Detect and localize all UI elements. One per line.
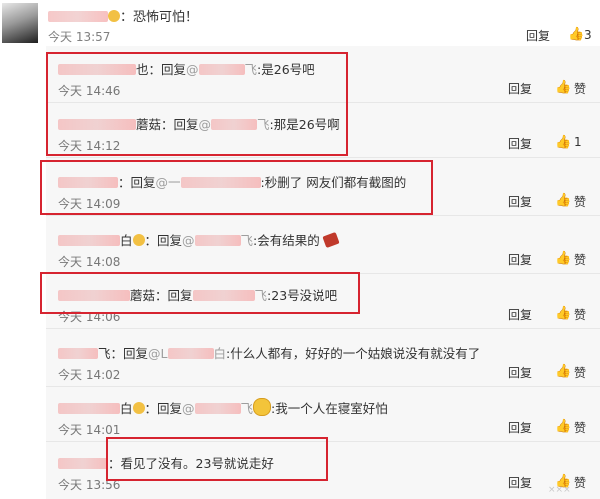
like-label[interactable]: 赞 (574, 364, 586, 381)
blurred-username[interactable] (58, 235, 120, 246)
top-comment-text: ：恐怖可怕！ (48, 6, 198, 25)
reply-button[interactable]: 回复 (508, 80, 532, 97)
blurred-username[interactable] (58, 64, 136, 75)
blurred-username[interactable] (58, 348, 98, 359)
timestamp: 今天 13:57 (48, 30, 111, 44)
reply-button[interactable]: 回复 (508, 193, 532, 210)
reply-button[interactable]: 回复 (508, 474, 532, 491)
like-label[interactable]: 赞 (574, 251, 586, 268)
emoji-icon (108, 10, 120, 22)
reply-item: ：看见了没有。23号就说走好 今天 13:56 回复 👍 赞 (58, 456, 587, 492)
blurred-username[interactable] (58, 458, 108, 469)
timestamp: 今天 14:08 (58, 255, 121, 269)
reply-button[interactable]: 回复 (508, 251, 532, 268)
crying-emoji-icon (253, 398, 272, 416)
reply-item: 白：回复@ 飞:我一个人在寝室好怕 今天 14:01 回复 👍 赞 (46, 388, 600, 442)
thumbs-up-icon[interactable]: 👍 (555, 419, 571, 434)
blurred-username[interactable] (58, 403, 120, 414)
thumbs-up-icon[interactable]: 👍 (555, 364, 571, 379)
watermark: ××× (548, 485, 571, 495)
reply-button[interactable]: 回复 (508, 135, 532, 152)
timestamp: 今天 14:09 (58, 197, 121, 211)
blurred-username[interactable] (58, 119, 136, 130)
blurred-username[interactable] (48, 11, 108, 22)
reply-item: 白：回复@ 飞:会有结果的 今天 14:08 回复 👍 赞 (46, 220, 600, 274)
like-label[interactable]: 赞 (574, 306, 586, 323)
hammer-emoji-icon (322, 231, 340, 249)
reply-item: 蘑菇：回复 飞:23号没说吧 今天 14:06 回复 👍 赞 (46, 275, 600, 329)
reply-button[interactable]: 回复 (508, 419, 532, 436)
timestamp: 今天 14:01 (58, 423, 121, 437)
blurred-username[interactable] (58, 290, 130, 301)
reply-button[interactable]: 回复 (526, 27, 550, 44)
reply-button[interactable]: 回复 (508, 306, 532, 323)
timestamp: 今天 14:12 (58, 139, 121, 153)
top-comment: ：恐怖可怕！ 今天 13:57 回复 👍 3 (0, 0, 600, 46)
reply-item: 也：回复@ 飞:是26号吧 今天 14:46 回复 👍 赞 (46, 49, 600, 103)
timestamp: 今天 13:56 (58, 478, 121, 492)
avatar[interactable] (2, 3, 38, 43)
like-count: 3 (584, 28, 592, 42)
like-label[interactable]: 赞 (574, 419, 586, 436)
blurred-username[interactable] (58, 177, 118, 188)
emoji-icon (132, 234, 145, 246)
thumbs-up-icon[interactable]: 👍 (555, 251, 571, 266)
like-count[interactable]: 1 (574, 135, 582, 149)
reply-item: 蘑菇：回复@ 飞:那是26号啊 今天 14:12 回复 👍 1 (46, 104, 600, 158)
thumbs-up-icon[interactable]: 👍 (555, 306, 571, 321)
reply-button[interactable]: 回复 (508, 364, 532, 381)
thumbs-up-icon[interactable]: 👍 (555, 193, 571, 208)
timestamp: 今天 14:02 (58, 368, 121, 382)
thumbs-up-icon[interactable]: 👍 (568, 27, 584, 42)
like-label[interactable]: 赞 (574, 474, 586, 491)
reply-item: 飞：回复@L 白:什么人都有，好好的一个姑娘说没有就没有了 今天 14:02 回复… (46, 333, 600, 387)
like-label[interactable]: 赞 (574, 80, 586, 97)
emoji-icon (132, 402, 145, 414)
reply-item: ：回复@一:秒删了 网友们都有截图的 今天 14:09 回复 👍 赞 (46, 162, 600, 216)
timestamp: 今天 14:46 (58, 84, 121, 98)
thumbs-up-icon[interactable]: 👍 (555, 135, 571, 150)
timestamp: 今天 14:06 (58, 310, 121, 324)
like-label[interactable]: 赞 (574, 193, 586, 210)
thumbs-up-icon[interactable]: 👍 (555, 80, 571, 95)
